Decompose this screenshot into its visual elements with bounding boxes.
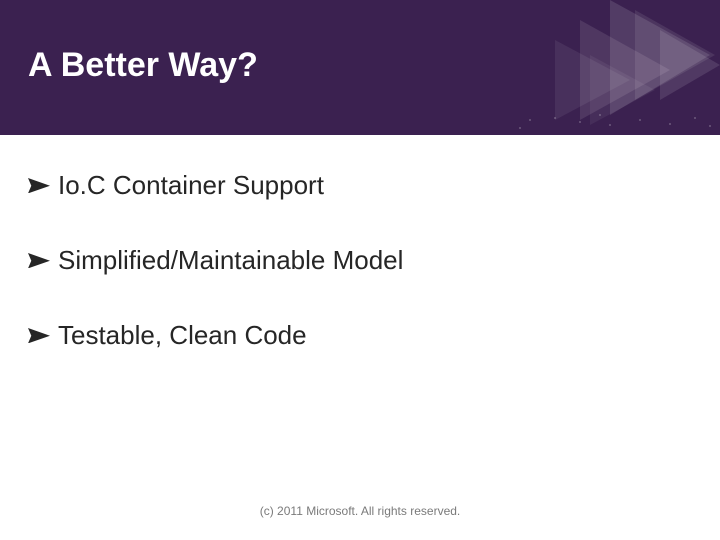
bullet-item: Testable, Clean Code bbox=[28, 320, 690, 351]
bullet-item: Io.C Container Support bbox=[28, 170, 690, 201]
slide-content: Io.C Container Support Simplified/Mainta… bbox=[28, 170, 690, 395]
bullet-arrow-icon bbox=[28, 328, 50, 350]
slide: A Better Way? bbox=[0, 0, 720, 540]
bullet-arrow-icon bbox=[28, 253, 50, 275]
bullet-text: Simplified/Maintainable Model bbox=[58, 245, 403, 276]
header-triangles-decoration bbox=[460, 0, 720, 135]
bullet-arrow-icon bbox=[28, 178, 50, 200]
slide-title: A Better Way? bbox=[28, 46, 258, 85]
slide-header: A Better Way? bbox=[0, 0, 720, 135]
bullet-text: Io.C Container Support bbox=[58, 170, 324, 201]
bullet-text: Testable, Clean Code bbox=[58, 320, 307, 351]
slide-footer: (c) 2011 Microsoft. All rights reserved. bbox=[0, 504, 720, 518]
bullet-item: Simplified/Maintainable Model bbox=[28, 245, 690, 276]
